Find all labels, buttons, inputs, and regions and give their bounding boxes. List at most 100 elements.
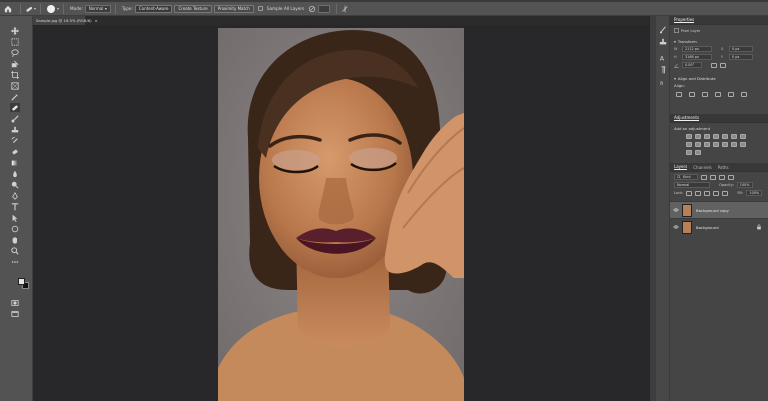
eraser-tool[interactable] xyxy=(10,147,20,156)
lasso-tool[interactable] xyxy=(10,48,20,57)
clone-source-icon[interactable] xyxy=(659,38,667,46)
levels-icon[interactable] xyxy=(695,134,701,139)
visibility-toggle[interactable] xyxy=(672,224,680,230)
gradient-map-icon[interactable] xyxy=(686,150,692,155)
align-center-h-icon[interactable] xyxy=(689,92,695,97)
layer-name[interactable]: Background xyxy=(696,225,756,230)
brush-tool[interactable] xyxy=(10,114,20,123)
blur-tool[interactable] xyxy=(10,169,20,178)
color-balance-icon[interactable] xyxy=(740,134,746,139)
blend-mode-select[interactable]: Normal xyxy=(674,182,710,188)
object-select-tool[interactable] xyxy=(10,59,20,68)
brush-settings-icon[interactable] xyxy=(659,26,667,34)
paragraph-icon[interactable] xyxy=(659,66,667,74)
angle-field[interactable] xyxy=(318,4,331,13)
hand-tool[interactable] xyxy=(10,235,20,244)
move-tool[interactable] xyxy=(10,26,20,35)
document-canvas[interactable] xyxy=(218,28,464,401)
angle-field[interactable]: 0.00° xyxy=(682,62,702,68)
proximity-match-button[interactable]: Proximity Match xyxy=(213,4,254,13)
healing-brush-tool[interactable] xyxy=(10,103,20,112)
more-tools[interactable] xyxy=(10,257,20,266)
channels-tab[interactable]: Channels xyxy=(693,165,712,170)
brightness-icon[interactable] xyxy=(686,134,692,139)
marquee-tool[interactable] xyxy=(10,37,20,46)
pressure-size-icon[interactable] xyxy=(308,5,316,13)
symmetry-icon[interactable] xyxy=(341,5,349,13)
align-left-icon[interactable] xyxy=(676,92,682,97)
paths-tab[interactable]: Paths xyxy=(718,165,729,170)
color-lookup-icon[interactable] xyxy=(713,142,719,147)
adjustments-tab[interactable]: Adjustments xyxy=(674,115,700,121)
align-section[interactable]: ▾ Align and Distribute xyxy=(670,73,768,82)
opacity-field[interactable]: 100% xyxy=(736,182,753,188)
photo-filter-icon[interactable] xyxy=(695,142,701,147)
layer-row[interactable]: Background xyxy=(670,218,768,235)
x-field[interactable]: 0 px xyxy=(729,46,753,52)
history-brush-tool[interactable] xyxy=(10,136,20,145)
threshold-icon[interactable] xyxy=(740,142,746,147)
close-icon[interactable]: × xyxy=(95,18,98,23)
properties-tab[interactable]: Properties xyxy=(674,17,695,23)
curves-icon[interactable] xyxy=(704,134,710,139)
vibrance-icon[interactable] xyxy=(722,134,728,139)
sample-all-layers-checkbox[interactable] xyxy=(257,6,263,11)
selective-color-icon[interactable] xyxy=(695,150,701,155)
screen-mode-button[interactable] xyxy=(10,309,20,318)
invert-icon[interactable] xyxy=(722,142,728,147)
lock-position-icon[interactable] xyxy=(704,190,711,196)
type-tool[interactable] xyxy=(10,202,20,211)
transform-section[interactable]: ▾ Transform xyxy=(670,36,768,45)
align-top-icon[interactable] xyxy=(715,92,721,97)
zoom-tool[interactable] xyxy=(10,246,20,255)
layer-name[interactable]: Background copy xyxy=(696,208,768,213)
lock-paint-icon[interactable] xyxy=(695,190,702,196)
mode-select[interactable]: Normal ▾ xyxy=(84,4,111,13)
layers-tab[interactable]: Layers xyxy=(674,164,688,170)
lock-icon[interactable] xyxy=(756,224,762,230)
lock-pixels-icon[interactable] xyxy=(686,190,693,196)
brush-size-preview[interactable] xyxy=(47,4,56,13)
clone-stamp-tool[interactable] xyxy=(10,125,20,134)
foreground-color-swatch[interactable] xyxy=(18,278,25,285)
align-middle-v-icon[interactable] xyxy=(728,92,734,97)
lock-artboard-icon[interactable] xyxy=(713,190,720,196)
tool-preset-picker[interactable]: ▾ xyxy=(25,5,36,13)
canvas-area[interactable] xyxy=(33,25,650,401)
align-bottom-icon[interactable] xyxy=(741,92,747,97)
pen-tool[interactable] xyxy=(10,191,20,200)
flip-horizontal-icon[interactable] xyxy=(711,62,717,68)
create-texture-button[interactable]: Create Texture xyxy=(174,4,212,13)
width-field[interactable]: 2112 px xyxy=(682,46,712,52)
filter-pixel-icon[interactable] xyxy=(701,174,707,180)
layer-filter-select[interactable]: Kind xyxy=(674,174,698,180)
frame-tool[interactable] xyxy=(10,81,20,90)
exposure-icon[interactable] xyxy=(713,134,719,139)
fill-field[interactable]: 100% xyxy=(746,190,763,196)
hue-saturation-icon[interactable] xyxy=(731,134,737,139)
quick-mask-button[interactable] xyxy=(10,298,20,307)
glyphs-icon[interactable]: a xyxy=(659,78,667,86)
height-field[interactable]: 3168 px xyxy=(682,54,712,60)
path-select-tool[interactable] xyxy=(10,213,20,222)
y-field[interactable]: 0 px xyxy=(729,54,753,60)
align-right-icon[interactable] xyxy=(702,92,708,97)
filter-type-icon[interactable] xyxy=(719,174,725,180)
channel-mixer-icon[interactable] xyxy=(704,142,710,147)
color-swatches[interactable] xyxy=(18,278,30,290)
gradient-tool[interactable] xyxy=(10,158,20,167)
layer-row[interactable]: Background copy xyxy=(670,201,768,218)
home-button[interactable] xyxy=(0,2,16,16)
visibility-toggle[interactable] xyxy=(672,207,680,213)
lock-all-icon[interactable] xyxy=(722,190,729,196)
flip-vertical-icon[interactable] xyxy=(720,62,726,68)
filter-adjustment-icon[interactable] xyxy=(710,174,716,180)
eyedropper-tool[interactable] xyxy=(10,92,20,101)
shape-tool[interactable] xyxy=(10,224,20,233)
dodge-tool[interactable] xyxy=(10,180,20,189)
content-aware-button[interactable]: Content-Aware xyxy=(134,4,173,13)
posterize-icon[interactable] xyxy=(731,142,737,147)
document-tab[interactable]: Sample.jpg @ 16.5% (RGB/8) × xyxy=(33,16,98,25)
filter-shape-icon[interactable] xyxy=(728,174,734,180)
crop-tool[interactable] xyxy=(10,70,20,79)
